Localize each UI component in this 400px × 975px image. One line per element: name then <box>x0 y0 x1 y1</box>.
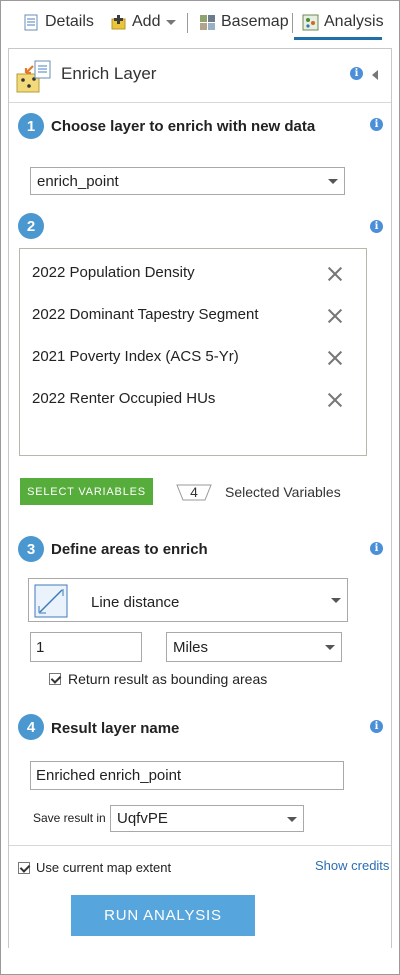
enrich-layer-icon <box>16 60 52 94</box>
result-layer-name-input[interactable]: Enriched enrich_point <box>30 761 344 790</box>
step-1-title: Choose layer to enrich with new data <box>51 118 316 135</box>
show-credits-link[interactable]: Show credits <box>315 858 389 873</box>
bounding-areas-checkbox[interactable] <box>49 673 61 685</box>
info-icon[interactable]: i <box>370 720 383 733</box>
tab-details[interactable]: Details <box>23 11 94 33</box>
remove-variable-icon[interactable] <box>327 308 343 324</box>
tab-add-label: Add <box>132 13 161 30</box>
remove-variable-icon[interactable] <box>327 350 343 366</box>
step-2-badge: 2 <box>18 213 44 239</box>
tab-details-label: Details <box>45 13 94 30</box>
save-in-label: Save result in <box>33 811 106 825</box>
panel-title: Enrich Layer <box>61 64 157 83</box>
basemap-icon <box>199 14 216 31</box>
tab-add[interactable]: Add <box>110 11 177 33</box>
variable-item: 2022 Population Density <box>32 264 195 281</box>
add-icon <box>110 14 127 31</box>
toolbar: Details Add Basemap Analysis <box>1 1 399 41</box>
info-icon[interactable]: i <box>350 67 363 80</box>
step-3-badge: 3 <box>18 536 44 562</box>
footer-divider <box>9 845 391 846</box>
select-variables-button[interactable]: SELECT VARIABLES <box>20 478 153 505</box>
step-1-badge: 1 <box>18 113 44 139</box>
chevron-down-icon <box>287 816 297 822</box>
chevron-down-icon <box>325 645 335 650</box>
area-type-value: Line distance <box>91 594 180 611</box>
step-3-title: Define areas to enrich <box>51 541 208 558</box>
variable-item: 2021 Poverty Index (ACS 5-Yr) <box>32 348 239 365</box>
info-icon[interactable]: i <box>370 220 383 233</box>
distance-unit-select[interactable]: Miles <box>166 632 342 662</box>
collapse-panel-icon[interactable] <box>372 70 378 80</box>
tab-analysis[interactable]: Analysis <box>302 11 384 33</box>
selected-variables-label: Selected Variables <box>225 484 341 500</box>
remove-variable-icon[interactable] <box>327 392 343 408</box>
bounding-areas-label: Return result as bounding areas <box>68 671 268 687</box>
variable-item: 2022 Dominant Tapestry Segment <box>32 306 259 323</box>
header-divider <box>9 102 391 103</box>
run-analysis-button[interactable]: RUN ANALYSIS <box>71 895 255 936</box>
variable-item: 2022 Renter Occupied HUs <box>32 390 216 407</box>
area-type-select[interactable]: Line distance <box>28 578 348 622</box>
line-distance-icon <box>34 584 68 618</box>
distance-input[interactable]: 1 <box>30 632 142 662</box>
variables-list: 2022 Population Density 2022 Dominant Ta… <box>19 248 367 456</box>
tab-basemap-label: Basemap <box>221 13 289 30</box>
use-map-extent-label: Use current map extent <box>36 860 172 875</box>
chevron-down-icon <box>166 19 177 25</box>
step-4-title: Result layer name <box>51 720 180 737</box>
analysis-icon <box>302 14 319 31</box>
save-in-folder-value: UqfvPE <box>117 810 168 827</box>
use-map-extent-checkbox[interactable] <box>18 862 30 874</box>
info-icon[interactable]: i <box>370 542 383 555</box>
input-layer-select[interactable]: enrich_point <box>30 167 345 195</box>
input-layer-value: enrich_point <box>37 172 119 190</box>
remove-variable-icon[interactable] <box>327 266 343 282</box>
tab-basemap[interactable]: Basemap <box>199 11 289 33</box>
distance-unit-value: Miles <box>173 638 209 656</box>
toolbar-divider <box>187 13 188 33</box>
toolbar-divider <box>292 13 293 33</box>
active-tab-indicator <box>294 37 382 40</box>
chevron-down-icon <box>331 598 341 603</box>
tab-analysis-label: Analysis <box>324 13 384 30</box>
save-in-folder-select[interactable]: UqfvPE <box>110 805 304 832</box>
details-icon <box>23 14 40 31</box>
chevron-down-icon <box>328 179 338 184</box>
selected-count: 4 <box>190 484 198 500</box>
info-icon[interactable]: i <box>370 118 383 131</box>
step-4-badge: 4 <box>18 714 44 740</box>
